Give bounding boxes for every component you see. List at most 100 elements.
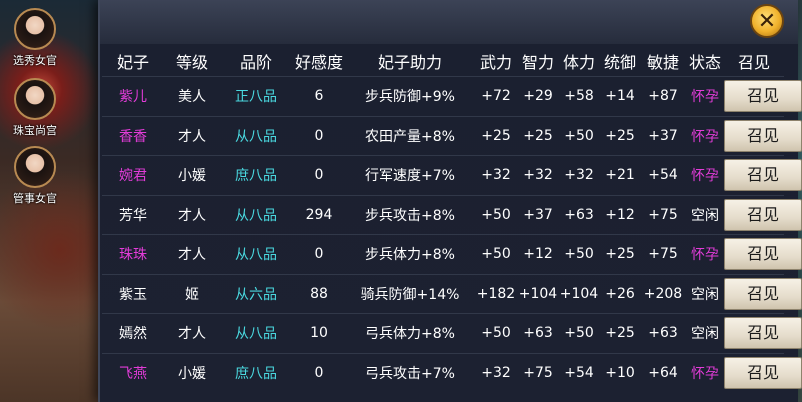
stat-command: +25 [600,115,640,156]
stat-stamina: +50 [558,313,600,353]
consort-bonus: 步兵防御+9% [346,76,474,116]
consort-name: 珠珠 [102,234,164,274]
npc-button-jewelry-official[interactable]: 珠宝尚宫 [2,78,68,138]
consort-bonus: 行军速度+7% [346,155,474,195]
consort-grade: 从八品 [220,115,292,156]
summon-button[interactable]: 召见 [724,277,802,310]
consort-name: 香香 [102,115,164,156]
col-summon-header: 召见 [737,53,770,72]
col-command-header: 统御 [603,53,636,72]
stat-force: +32 [474,155,518,195]
table-row: 珠珠 才人 从八品 0 步兵体力+8% +50 +12 +50 +25 +75 怀孕 召见 [102,234,802,274]
stat-command: +25 [600,313,640,353]
consort-bonus: 步兵体力+8% [346,234,474,274]
npc-button-selection-official[interactable]: 选秀女官 [2,8,68,68]
stat-force: +50 [474,234,518,274]
summon-cell: 召见 [724,313,802,353]
table-row: 紫玉姬从六品 88 骑兵防御+14% +182 +104 +104 +26 +208 空闲 召见 [102,273,802,314]
stat-stamina: +54 [558,352,600,392]
close-icon[interactable]: ✕ [750,4,784,38]
consort-grade: 正八品 [220,76,292,116]
table-row: 香香 才人 从八品 0 农田产量+8% +25 +25 +50 +25 +37 怀孕 召见 [102,115,802,156]
col-favor-header: 好感度 [294,53,343,72]
stat-intel: +63 [518,313,558,353]
stat-agility: +75 [640,234,686,274]
consort-status: 空闲 [686,313,724,353]
consort-favor: 0 [292,352,346,392]
npc-label: 珠宝尚宫 [13,124,57,137]
consort-bonus: 骑兵防御+14% [346,273,474,314]
stat-stamina: +58 [558,76,600,116]
summon-cell: 召见 [724,273,802,314]
stat-force: +50 [474,313,518,353]
consort-rank: 才人 [164,234,220,274]
col-bonus-header: 妃子助力 [377,53,442,72]
stat-force: +50 [474,194,518,235]
stat-stamina: +104 [558,273,600,314]
summon-button[interactable]: 召见 [724,119,802,152]
consort-grade: 从六品 [220,273,292,314]
summon-cell: 召见 [724,155,802,195]
stat-agility: +54 [640,155,686,195]
npc-label: 管事女官 [13,192,57,205]
consort-status: 空闲 [686,194,724,235]
stat-stamina: +50 [558,115,600,156]
col-force-header: 武力 [479,53,512,72]
col-agility-header: 敏捷 [646,53,679,72]
summon-button[interactable]: 召见 [724,198,802,231]
table-header-row: 妃子 等级 品阶 好感度 妃子助力 武力 智力 体力 统御 敏捷 状态 召见 [102,46,784,77]
consort-bonus: 农田产量+8% [346,115,474,156]
stat-force: +182 [474,273,518,314]
consort-grade: 庶八品 [220,352,292,392]
summon-cell: 召见 [724,234,802,274]
stat-force: +32 [474,352,518,392]
panel-header-bar [100,0,798,44]
consort-name: 嫣然 [102,313,164,353]
stat-stamina: +63 [558,194,600,235]
consort-status: 空闲 [686,273,724,314]
stat-command: +26 [600,273,640,314]
summon-button[interactable]: 召见 [724,80,802,113]
consort-name: 婉君 [102,155,164,195]
consort-bonus: 步兵攻击+8% [346,194,474,235]
stat-intel: +25 [518,115,558,156]
stat-agility: +75 [640,194,686,235]
table-row: 芳华 才人 从八品 294 步兵攻击+8% +50 +37 +63 +12 +75 空闲 召见 [102,194,802,235]
consort-favor: 294 [292,194,346,235]
summon-cell: 召见 [724,194,802,235]
stat-intel: +75 [518,352,558,392]
col-rank-header: 等级 [175,53,208,72]
consort-rank: 姬 [164,273,220,314]
summon-button[interactable]: 召见 [724,317,802,350]
stat-intel: +37 [518,194,558,235]
stat-command: +14 [600,76,640,116]
stat-command: +21 [600,155,640,195]
consort-status: 怀孕 [686,76,724,116]
col-stamina-header: 体力 [562,53,595,72]
consort-status: 怀孕 [686,352,724,392]
stat-agility: +63 [640,313,686,353]
consort-rank: 美人 [164,76,220,116]
consort-status: 怀孕 [686,115,724,156]
consort-grade: 从八品 [220,234,292,274]
consort-grade: 从八品 [220,313,292,353]
summon-button[interactable]: 召见 [724,356,802,389]
col-status-header: 状态 [688,53,721,72]
npc-button-steward-official[interactable]: 管事女官 [2,146,68,206]
consort-rank: 小媛 [164,155,220,195]
consort-rank: 才人 [164,115,220,156]
consort-rank: 小媛 [164,352,220,392]
summon-button[interactable]: 召见 [724,159,802,192]
stat-intel: +29 [518,76,558,116]
stat-agility: +208 [640,273,686,314]
table-row: 嫣然 才人 从八品 10 弓兵体力+8% +50 +63 +50 +25 +63 空闲 召见 [102,313,802,353]
summon-cell: 召见 [724,352,802,392]
col-intel-header: 智力 [521,53,554,72]
stat-command: +25 [600,234,640,274]
stat-command: +12 [600,194,640,235]
stat-agility: +64 [640,352,686,392]
summon-button[interactable]: 召见 [724,238,802,271]
stat-stamina: +32 [558,155,600,195]
table-row: 婉君 小媛 庶八品 0 行军速度+7% +32 +32 +32 +21 +54 怀孕 召见 [102,155,802,195]
table-row: 紫儿 美人 正八品 6 步兵防御+9% +72 +29 +58 +14 +87 怀孕 召见 [102,76,802,116]
